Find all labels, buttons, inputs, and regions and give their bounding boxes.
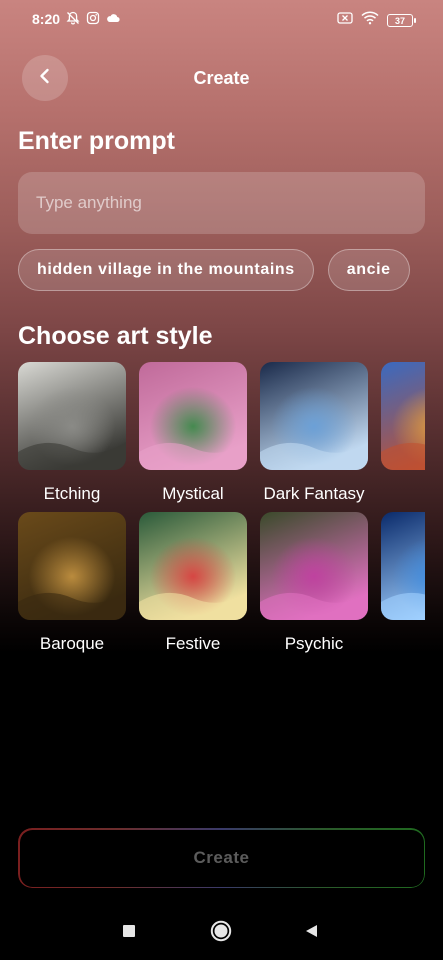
- prompt-input[interactable]: [18, 172, 425, 234]
- art-style-row: Baroque Festive Psychic I: [18, 512, 425, 662]
- art-style-thumbnail: [18, 362, 126, 470]
- cloud-icon: [106, 11, 120, 25]
- page-title: Create: [193, 68, 250, 88]
- art-style-thumbnail: [139, 362, 247, 470]
- art-style-card[interactable]: Psychic: [260, 512, 368, 662]
- home-circle-icon[interactable]: [210, 920, 232, 947]
- status-time: 8:20: [32, 11, 61, 27]
- wifi-icon: [361, 11, 379, 30]
- style-section-title: Choose art style: [18, 322, 213, 350]
- back-triangle-icon[interactable]: [303, 923, 319, 944]
- art-style-label: Mystical: [162, 484, 224, 503]
- status-bar: 8:20 37: [0, 0, 443, 40]
- art-style-card[interactable]: Etching: [18, 362, 126, 512]
- art-style-label: Festive: [165, 634, 221, 653]
- art-style-label: Etching: [43, 484, 101, 503]
- art-style-card[interactable]: I: [381, 512, 425, 662]
- art-style-card[interactable]: Mystical: [139, 362, 247, 512]
- prompt-suggestions: hidden village in the mountains ancie: [18, 249, 425, 291]
- art-style-thumbnail: [381, 362, 425, 470]
- art-style-label: Dark Fantasy: [263, 484, 365, 503]
- instagram-icon: [86, 11, 100, 25]
- status-icons-left: [66, 11, 120, 25]
- suggestion-chip[interactable]: hidden village in the mountains: [18, 249, 314, 291]
- art-style-thumbnail: [381, 512, 425, 620]
- create-button-label: Create: [193, 848, 250, 867]
- art-style-thumbnail: [139, 512, 247, 620]
- status-icons-right: 37: [337, 11, 416, 30]
- art-style-card[interactable]: Festive: [139, 512, 247, 662]
- art-style-card[interactable]: Dark Fantasy: [260, 362, 368, 512]
- bell-off-icon: [66, 11, 80, 25]
- recents-square-icon[interactable]: [121, 923, 137, 944]
- create-button[interactable]: Create: [18, 828, 425, 888]
- art-style-thumbnail: [260, 362, 368, 470]
- prompt-section-title: Enter prompt: [18, 127, 175, 155]
- art-style-card[interactable]: Baroque: [18, 512, 126, 662]
- art-style-grid: Etching Mystical Dark Fantasy Pa Baroque…: [18, 362, 425, 662]
- art-style-row: Etching Mystical Dark Fantasy Pa: [18, 362, 425, 512]
- battery-indicator: 37: [387, 14, 416, 27]
- suggestion-chip[interactable]: ancie: [327, 249, 410, 291]
- art-style-label: Baroque: [39, 634, 105, 653]
- art-style-card[interactable]: Pa: [381, 362, 425, 512]
- art-style-thumbnail: [18, 512, 126, 620]
- sim-x-icon: [337, 11, 353, 30]
- system-nav-bar: [0, 905, 443, 960]
- art-style-label: Psychic: [284, 634, 344, 653]
- art-style-thumbnail: [260, 512, 368, 620]
